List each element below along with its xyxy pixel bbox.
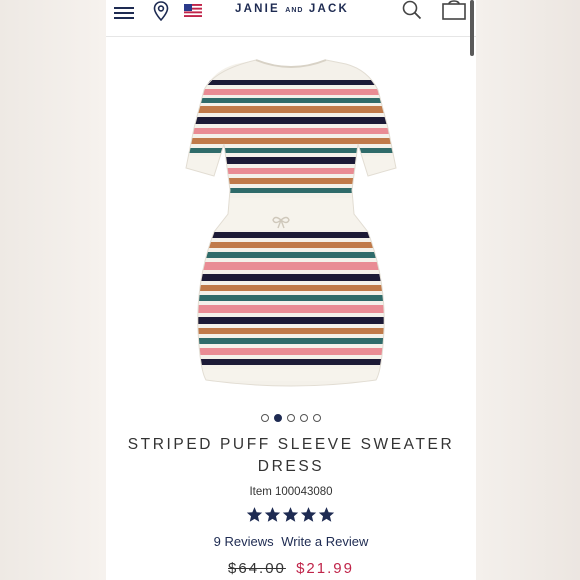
brand-word-1: JANIE (235, 3, 280, 15)
us-flag-icon[interactable] (184, 4, 202, 17)
search-icon[interactable] (402, 0, 422, 20)
rating-stars[interactable] (246, 506, 336, 524)
product-title-line-2: DRESS (257, 458, 325, 475)
carousel-dots (261, 414, 321, 424)
brand-word-and: AND (285, 7, 304, 14)
brand-logo[interactable]: JANIE AND JACK (232, 3, 352, 15)
phone-screen: JANIE AND JACK STRIPED PUFF SLEEVE SWEAT… (106, 0, 476, 580)
carousel-dot[interactable] (313, 414, 321, 422)
carousel-dot[interactable] (300, 414, 308, 422)
background-left (0, 0, 106, 580)
carousel-dot[interactable] (261, 414, 269, 422)
sale-price: $21.99 (296, 560, 354, 577)
star-icon (264, 507, 281, 522)
background-right (476, 0, 580, 580)
striped-sweater-dress-image[interactable] (106, 40, 476, 400)
brand-word-2: JACK (308, 3, 349, 15)
product-title: STRIPED PUFF SLEEVE SWEATER DRESS (106, 434, 476, 478)
star-icon (318, 507, 335, 522)
write-review-link[interactable]: Write a Review (281, 534, 368, 549)
shopping-bag-icon[interactable] (442, 0, 466, 20)
price-row: $64.00 $21.99 (106, 560, 476, 577)
item-number: Item 100043080 (249, 486, 333, 498)
original-price: $64.00 (228, 560, 286, 577)
reviews-link[interactable]: 9 Reviews (214, 534, 274, 549)
product-title-line-1: STRIPED PUFF SLEEVE SWEATER (127, 436, 455, 453)
reviews-row: 9 Reviews Write a Review (106, 534, 476, 549)
star-icon (300, 507, 317, 522)
site-header: JANIE AND JACK (106, 0, 476, 37)
carousel-dot[interactable] (287, 414, 295, 422)
star-icon (282, 507, 299, 522)
star-icon (246, 507, 263, 522)
hamburger-menu-icon[interactable] (114, 4, 134, 20)
location-pin-icon[interactable] (153, 1, 169, 21)
carousel-dot[interactable] (274, 414, 282, 422)
